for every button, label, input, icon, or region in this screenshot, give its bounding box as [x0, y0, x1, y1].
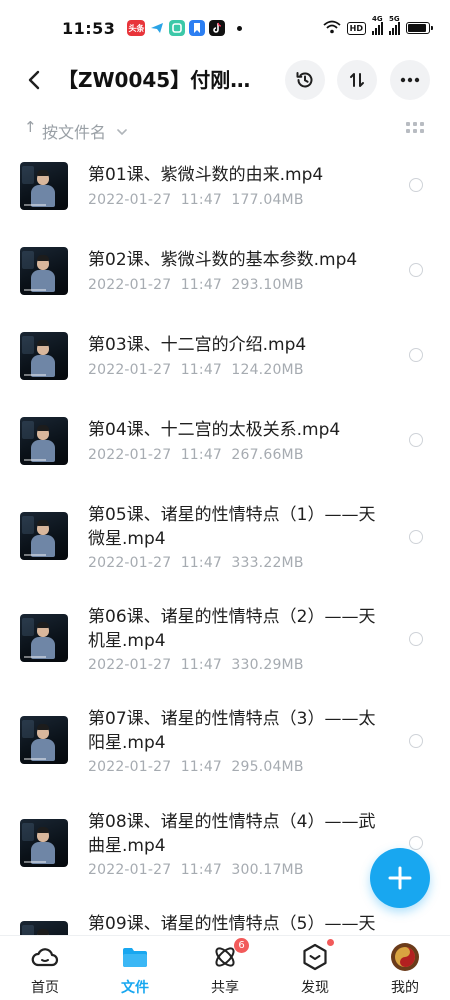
select-radio[interactable]	[409, 433, 423, 447]
video-thumbnail[interactable]	[20, 247, 68, 295]
file-date: 2022-01-27	[88, 277, 172, 293]
file-name[interactable]: 第08课、诸星的性情特点（4）——武曲星.mp4	[88, 810, 388, 858]
nav-item-home[interactable]: 首页	[10, 942, 80, 1000]
video-thumbnail[interactable]	[20, 417, 68, 465]
discover-hexagon-icon	[300, 939, 334, 972]
file-date: 2022-01-27	[88, 362, 172, 378]
select-radio[interactable]	[409, 734, 423, 748]
file-size: 293.10MB	[231, 277, 304, 293]
file-time: 11:47	[180, 657, 223, 673]
file-time: 11:47	[180, 362, 223, 378]
file-size: 333.22MB	[231, 555, 304, 571]
plus-icon	[388, 866, 412, 890]
nav-label: 首页	[31, 980, 59, 996]
header: 【ZW0045】付刚紫…	[0, 56, 450, 104]
folder-icon	[120, 942, 150, 972]
nav-item-me[interactable]: 我的	[370, 942, 440, 1000]
nav-label: 我的	[391, 980, 419, 996]
file-date: 2022-01-27	[88, 759, 172, 775]
file-size: 330.29MB	[231, 657, 304, 673]
sort-order-button[interactable]	[337, 60, 377, 100]
file-date: 2022-01-27	[88, 657, 172, 673]
file-meta: 2022-01-27 11:47 293.10MB	[88, 277, 304, 293]
file-date: 2022-01-27	[88, 555, 172, 571]
video-thumbnail[interactable]	[20, 614, 68, 662]
file-meta: 2022-01-27 11:47 333.22MB	[88, 555, 304, 571]
file-name[interactable]: 第06课、诸星的性情特点（2）——天机星.mp4	[88, 605, 388, 653]
avatar-icon	[390, 942, 420, 972]
history-button[interactable]	[285, 60, 325, 100]
file-meta: 2022-01-27 11:47 295.04MB	[88, 759, 304, 775]
file-meta: 2022-01-27 11:47 267.66MB	[88, 447, 304, 463]
file-size: 124.20MB	[231, 362, 304, 378]
more-horizontal-icon	[400, 77, 420, 83]
video-thumbnail[interactable]	[20, 921, 68, 935]
sort-by-name-label[interactable]: 按文件名	[42, 119, 106, 143]
file-date: 2022-01-27	[88, 862, 172, 878]
file-name[interactable]: 第02课、紫微斗数的基本参数.mp4	[88, 248, 388, 272]
file-date: 2022-01-27	[88, 447, 172, 463]
share-atom-icon: 6	[210, 938, 249, 972]
nav-item-discover[interactable]: 发现	[280, 939, 350, 1000]
select-radio[interactable]	[409, 348, 423, 362]
video-thumbnail[interactable]	[20, 512, 68, 560]
select-radio[interactable]	[409, 530, 423, 544]
file-meta: 2022-01-27 11:47 124.20MB	[88, 362, 304, 378]
select-radio[interactable]	[409, 836, 423, 850]
file-size: 295.04MB	[231, 759, 304, 775]
page-title: 【ZW0045】付刚紫…	[58, 68, 258, 92]
file-name[interactable]: 第05课、诸星的性情特点（1）——天微星.mp4	[88, 503, 388, 551]
file-size: 267.66MB	[231, 447, 304, 463]
video-thumbnail[interactable]	[20, 162, 68, 210]
file-name[interactable]: 第01课、紫微斗数的由来.mp4	[88, 163, 388, 187]
file-time: 11:47	[180, 555, 223, 571]
file-time: 11:47	[180, 862, 223, 878]
file-name[interactable]: 第09课、诸星的性情特点（5）——天	[88, 912, 388, 935]
cloud-home-icon	[30, 942, 60, 972]
file-size: 300.17MB	[231, 862, 304, 878]
add-button[interactable]	[370, 848, 430, 908]
nav-item-share[interactable]: 6 共享	[190, 938, 260, 1000]
video-thumbnail[interactable]	[20, 716, 68, 764]
history-icon	[296, 72, 313, 88]
nav-item-files[interactable]: 文件	[100, 942, 170, 1000]
file-date: 2022-01-27	[88, 192, 172, 208]
nav-label: 发现	[301, 980, 329, 996]
file-name[interactable]: 第04课、十二宫的太极关系.mp4	[88, 418, 388, 442]
nav-label: 共享	[211, 980, 239, 996]
sort-direction-arrow[interactable]: ↑	[24, 118, 37, 136]
file-name[interactable]: 第07课、诸星的性情特点（3）——太阳星.mp4	[88, 707, 388, 755]
file-name[interactable]: 第03课、十二宫的介绍.mp4	[88, 333, 388, 357]
chevron-left-icon	[28, 70, 40, 90]
video-thumbnail[interactable]	[20, 819, 68, 867]
video-thumbnail[interactable]	[20, 332, 68, 380]
file-meta: 2022-01-27 11:47 330.29MB	[88, 657, 304, 673]
bottom-nav: 首页 文件 6 共享 发现 我的	[0, 935, 450, 1000]
select-radio[interactable]	[409, 632, 423, 646]
file-time: 11:47	[180, 192, 223, 208]
file-meta: 2022-01-27 11:47 300.17MB	[88, 862, 304, 878]
back-button[interactable]	[18, 64, 50, 96]
sort-arrows-icon	[350, 73, 364, 87]
file-time: 11:47	[180, 447, 223, 463]
sort-bar: ↑ 按文件名	[0, 112, 450, 146]
nav-label: 文件	[121, 980, 149, 996]
file-time: 11:47	[180, 277, 223, 293]
select-radio[interactable]	[409, 178, 423, 192]
chevron-down-icon[interactable]	[117, 121, 127, 140]
file-size: 177.04MB	[231, 192, 304, 208]
file-time: 11:47	[180, 759, 223, 775]
notification-badge: 6	[234, 938, 249, 953]
grid-view-icon[interactable]	[406, 122, 424, 134]
more-button[interactable]	[390, 60, 430, 100]
select-radio[interactable]	[409, 263, 423, 277]
notification-dot	[327, 939, 334, 946]
file-meta: 2022-01-27 11:47 177.04MB	[88, 192, 304, 208]
